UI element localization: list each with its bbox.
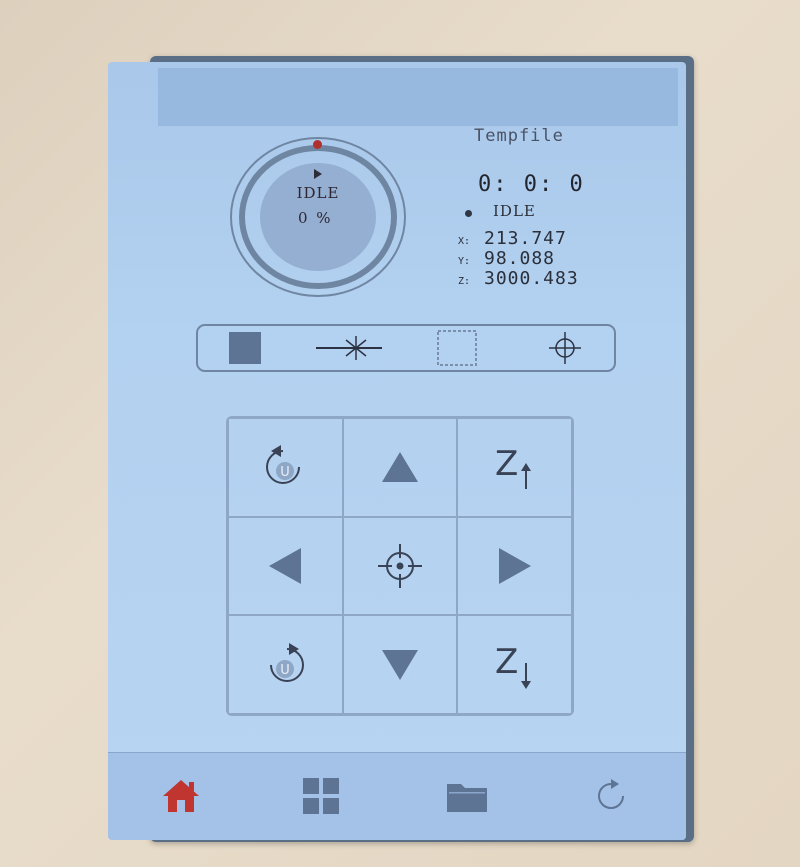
filled-square-icon: [229, 332, 261, 364]
u-axis-ccw-button[interactable]: U: [228, 418, 343, 517]
arrow-up-icon: [381, 452, 418, 483]
move-down-button[interactable]: [342, 615, 458, 714]
start-stop-button[interactable]: [200, 326, 290, 370]
device-screen: IDLE 0 % Tempfile 0: 0: 0 IDLE X: 213.747…: [108, 62, 686, 840]
mode-toolbar: [196, 324, 616, 372]
u-axis-cw-button[interactable]: U: [228, 615, 343, 714]
x-coordinate: X: 213.747: [458, 228, 567, 249]
elapsed-time: 0: 0: 0: [478, 172, 585, 197]
crosshair-icon: [549, 332, 581, 364]
z-coordinate: Z: 3000.483: [458, 268, 579, 289]
z-value: 3000.483: [484, 268, 579, 289]
u-axis-label: U: [281, 663, 291, 678]
dashed-square-icon: [437, 330, 477, 366]
move-left-button[interactable]: [228, 516, 343, 616]
arrow-left-icon: [269, 547, 302, 584]
progress-indicator-dot: [313, 140, 322, 149]
laser-pulse-button[interactable]: [304, 326, 394, 370]
z-axis-label: Z:: [458, 276, 471, 287]
origin-button[interactable]: [520, 326, 610, 370]
go-origin-button[interactable]: [342, 516, 458, 616]
nav-files-button[interactable]: [442, 771, 492, 821]
z-up-icon: Z: [495, 444, 531, 490]
bottom-nav: [108, 752, 686, 840]
rotate-u-cw-icon: U: [270, 642, 305, 682]
refresh-icon: [598, 779, 624, 809]
x-axis-label: X:: [458, 236, 471, 247]
frame-button[interactable]: [412, 326, 502, 370]
state-indicator-dot: [465, 210, 472, 217]
laser-beam-icon: [316, 336, 382, 360]
move-right-button[interactable]: [457, 516, 572, 616]
rotate-u-ccw-icon: U: [266, 445, 301, 485]
x-value: 213.747: [484, 228, 567, 249]
home-icon: [163, 780, 199, 812]
top-strip: [158, 68, 678, 126]
y-value: 98.088: [484, 248, 556, 269]
progress-percent: 0 %: [298, 209, 333, 227]
folder-icon: [447, 784, 487, 812]
jog-pad: U Z U Z: [226, 416, 574, 716]
file-name: Tempfile: [474, 126, 564, 146]
grid-icon: [303, 778, 339, 814]
y-coordinate: Y: 98.088: [458, 248, 555, 269]
ring-status-text: IDLE: [296, 184, 340, 202]
machine-state: IDLE: [493, 202, 536, 220]
z-down-label: Z: [495, 642, 518, 682]
crosshair-icon: [377, 543, 422, 588]
arrow-down-icon: [381, 649, 418, 680]
play-icon: [314, 169, 322, 179]
z-down-icon: Z: [495, 642, 531, 689]
move-up-button[interactable]: [342, 418, 458, 517]
u-axis-label: U: [281, 465, 291, 480]
y-axis-label: Y:: [458, 256, 471, 267]
arrow-right-icon: [498, 547, 531, 584]
nav-menu-button[interactable]: [296, 771, 346, 821]
z-up-button[interactable]: Z: [457, 418, 572, 517]
nav-refresh-button[interactable]: [586, 771, 636, 821]
z-up-label: Z: [495, 444, 518, 484]
z-down-button[interactable]: Z: [457, 615, 572, 714]
nav-home-button[interactable]: [156, 771, 206, 821]
